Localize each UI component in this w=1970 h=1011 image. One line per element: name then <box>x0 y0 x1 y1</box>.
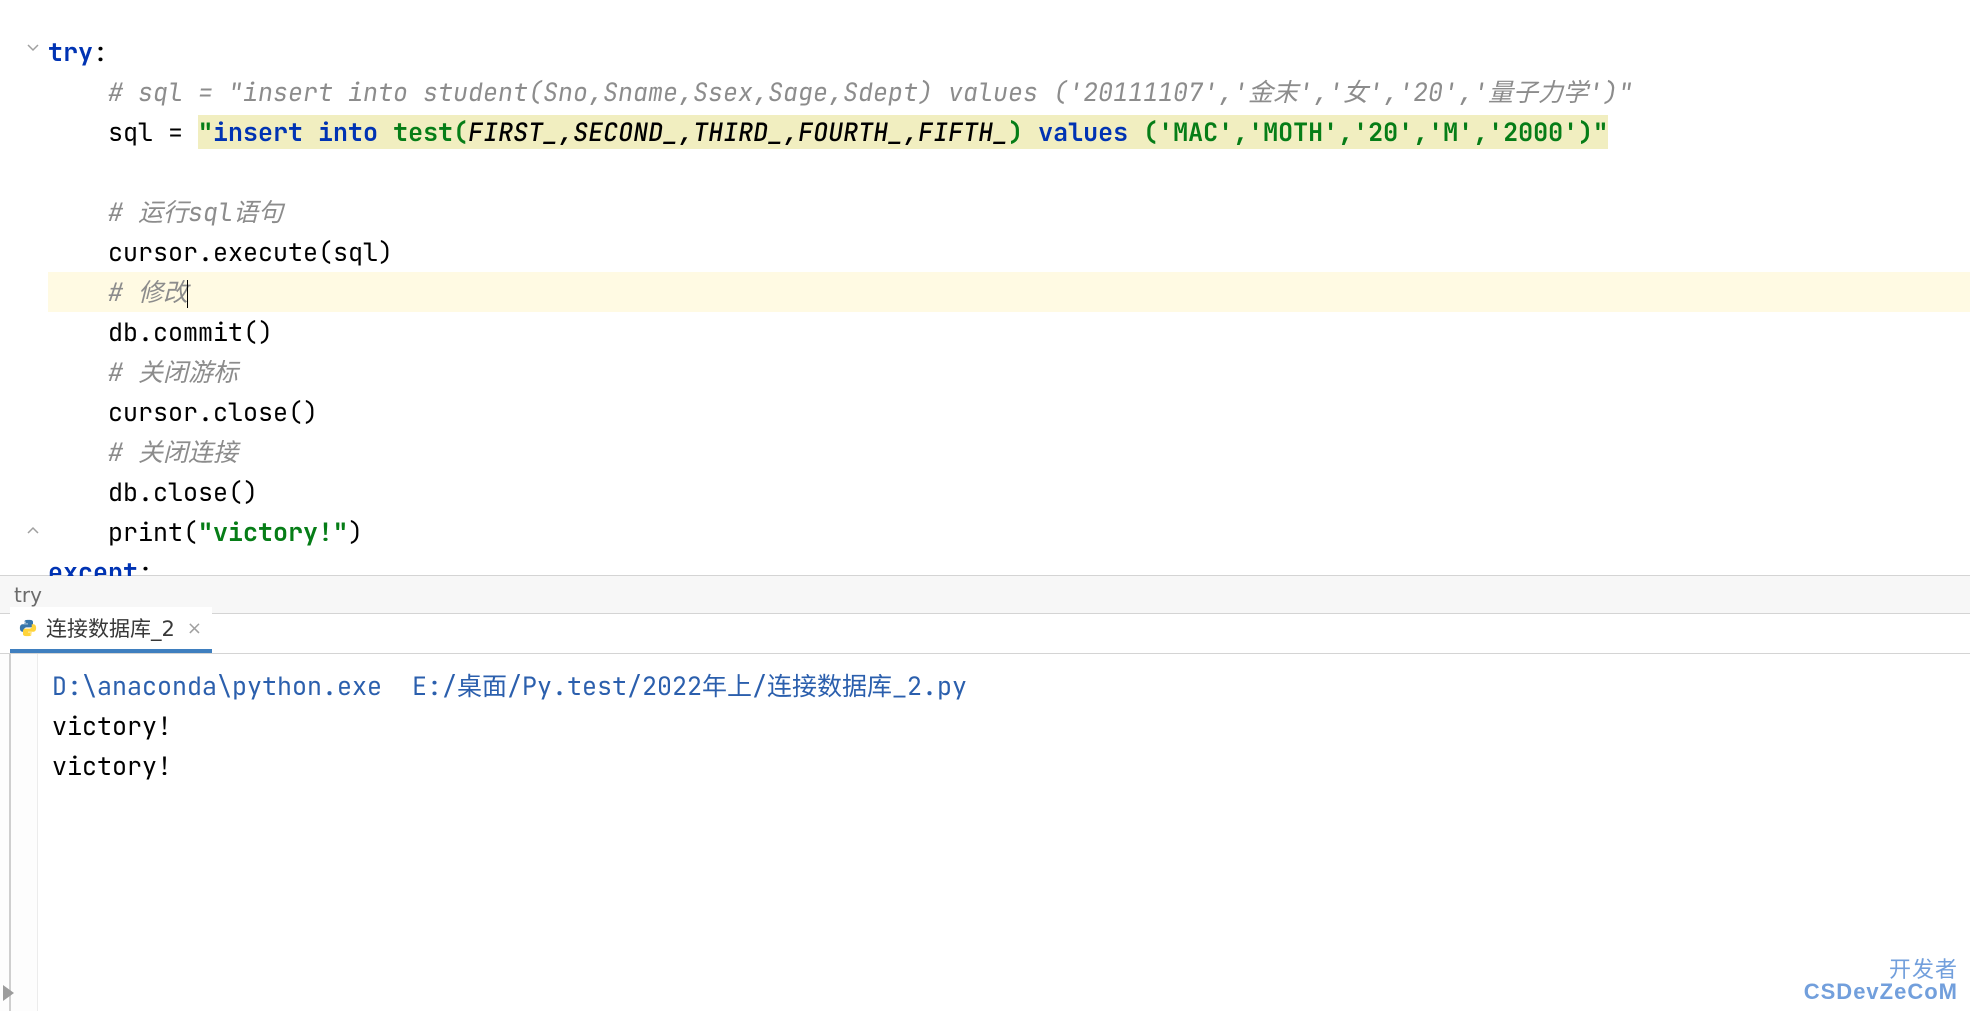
code-line: # sql = "insert into student(Sno,Sname,S… <box>48 72 1970 112</box>
run-tab-bar: 连接数据库_2 × <box>0 613 1970 653</box>
code-line: cursor.execute(sql) <box>48 232 1970 272</box>
code-line: # 关闭连接 <box>48 432 1970 472</box>
run-tab-label: 连接数据库_2 <box>46 613 175 643</box>
console-output[interactable]: D:\anaconda\python.exe E:/桌面/Py.test/202… <box>38 654 1970 1011</box>
close-icon[interactable]: × <box>187 618 202 639</box>
editor-gutter <box>0 0 44 575</box>
console-output-line: victory! <box>52 706 1970 746</box>
code-line: except: <box>48 552 1970 576</box>
console-gutter <box>0 654 38 1011</box>
run-tab-active[interactable]: 连接数据库_2 × <box>10 607 212 653</box>
code-line: db.close() <box>48 472 1970 512</box>
code-content[interactable]: try: # sql = "insert into student(Sno,Sn… <box>44 0 1970 575</box>
editor-pane[interactable]: try: # sql = "insert into student(Sno,Sn… <box>0 0 1970 575</box>
console-command-line: D:\anaconda\python.exe E:/桌面/Py.test/202… <box>52 666 1970 706</box>
code-line: sql = "insert into test(FIRST_,SECOND_,T… <box>48 112 1970 152</box>
rerun-icon[interactable] <box>3 985 14 1001</box>
console-pane[interactable]: D:\anaconda\python.exe E:/桌面/Py.test/202… <box>0 653 1970 1011</box>
code-line: # 运行sql语句 <box>48 192 1970 232</box>
code-line: # 关闭游标 <box>48 352 1970 392</box>
text-caret <box>187 280 188 308</box>
watermark: 开发者 CSDevZeCoM <box>1804 959 1958 1003</box>
console-output-line: victory! <box>52 746 1970 786</box>
code-line-active: # 修改 <box>48 272 1970 312</box>
breadcrumb-bar[interactable]: try <box>0 575 1970 613</box>
code-line: print("victory!") <box>48 512 1970 552</box>
breadcrumb-item[interactable]: try <box>14 583 42 607</box>
fold-collapse-icon[interactable] <box>26 41 40 55</box>
code-line: db.commit() <box>48 312 1970 352</box>
python-icon <box>18 618 38 638</box>
fold-expand-icon[interactable] <box>26 523 40 537</box>
code-line: cursor.close() <box>48 392 1970 432</box>
code-line: try: <box>48 32 1970 72</box>
